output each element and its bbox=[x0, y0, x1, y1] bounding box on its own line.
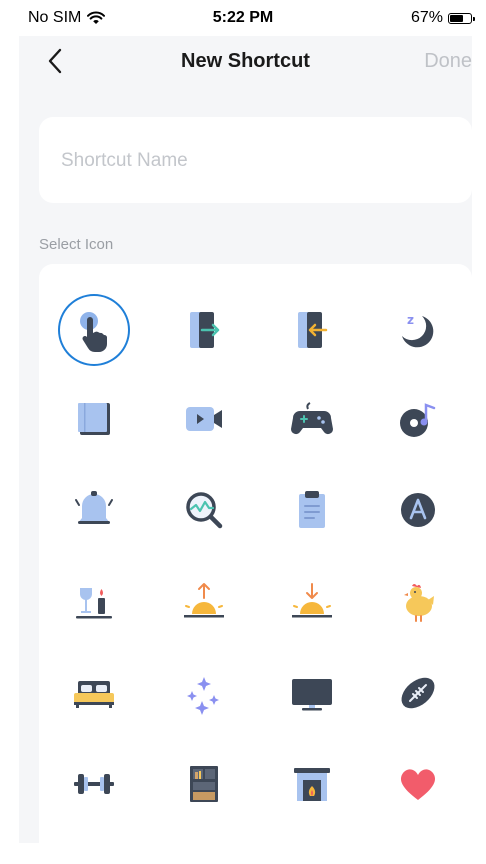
clipboard-icon-graphic bbox=[299, 491, 325, 528]
sparkles-icon[interactable] bbox=[168, 657, 240, 729]
bell-icon[interactable] bbox=[58, 474, 130, 546]
done-button[interactable]: Done bbox=[424, 50, 472, 73]
moon-sleep-icon-graphic: z bbox=[402, 313, 434, 348]
shortcut-name-input[interactable] bbox=[59, 145, 453, 177]
game-controller-icon-graphic bbox=[291, 402, 333, 434]
video-camera-icon-graphic bbox=[186, 407, 222, 431]
door-exit-icon[interactable] bbox=[168, 294, 240, 366]
door-exit-icon-graphic bbox=[190, 312, 220, 348]
nav-bar: New Shortcut Done bbox=[19, 36, 472, 82]
sunset-icon[interactable] bbox=[276, 566, 348, 638]
chicken-icon-graphic bbox=[404, 584, 434, 622]
shortcut-name-card bbox=[39, 117, 472, 203]
new-shortcut-screen: New Shortcut Done Select Icon bbox=[19, 36, 472, 864]
battery-icon bbox=[448, 12, 475, 24]
fireplace-icon[interactable] bbox=[276, 748, 348, 820]
chicken-icon[interactable] bbox=[382, 566, 454, 638]
bell-icon-graphic bbox=[75, 491, 113, 524]
cabinet-icon[interactable] bbox=[168, 748, 240, 820]
sunrise-icon[interactable] bbox=[168, 566, 240, 638]
tap-hand-icon[interactable] bbox=[58, 294, 130, 366]
football-icon[interactable] bbox=[382, 657, 454, 729]
football-icon-graphic bbox=[401, 677, 435, 709]
clipboard-icon[interactable] bbox=[276, 474, 348, 546]
letter-a-icon-graphic bbox=[401, 493, 435, 527]
battery-percent: 67% bbox=[410, 9, 443, 26]
status-right: 67% bbox=[410, 9, 475, 27]
dumbbell-icon[interactable] bbox=[58, 748, 130, 820]
bed-icon-graphic bbox=[74, 681, 114, 708]
door-enter-icon-graphic bbox=[298, 312, 328, 348]
candle-wine-icon[interactable] bbox=[58, 566, 130, 638]
video-camera-icon[interactable] bbox=[168, 383, 240, 455]
status-bar: No SIM 5:22 PM 67% bbox=[0, 0, 486, 36]
tap-hand-icon-graphic bbox=[80, 312, 107, 353]
fireplace-icon-graphic bbox=[294, 768, 330, 801]
music-record-icon-graphic bbox=[400, 403, 436, 437]
music-record-icon[interactable] bbox=[382, 383, 454, 455]
sunrise-icon-graphic bbox=[184, 583, 224, 618]
cabinet-icon-graphic bbox=[190, 766, 218, 802]
book-icon-graphic bbox=[78, 403, 110, 435]
letter-a-icon[interactable] bbox=[382, 474, 454, 546]
door-enter-icon[interactable] bbox=[276, 294, 348, 366]
dumbbell-icon-graphic bbox=[74, 774, 114, 794]
search-analytics-icon[interactable] bbox=[168, 474, 240, 546]
bed-icon[interactable] bbox=[58, 657, 130, 729]
search-analytics-icon-graphic bbox=[186, 492, 223, 529]
heart-icon-graphic bbox=[400, 769, 436, 800]
icon-grid: z bbox=[39, 264, 472, 864]
tv-icon[interactable] bbox=[276, 657, 348, 729]
sunset-icon-graphic bbox=[292, 583, 332, 618]
book-icon[interactable] bbox=[58, 383, 130, 455]
page-title: New Shortcut bbox=[181, 50, 310, 72]
game-controller-icon[interactable] bbox=[276, 383, 348, 455]
sparkles-icon-graphic bbox=[187, 677, 219, 715]
select-icon-label: Select Icon bbox=[39, 236, 114, 253]
heart-icon[interactable] bbox=[382, 748, 454, 820]
svg-text:z: z bbox=[407, 313, 414, 327]
tv-icon-graphic bbox=[292, 679, 332, 711]
candle-wine-icon-graphic bbox=[76, 588, 112, 619]
moon-sleep-icon[interactable]: z bbox=[382, 294, 454, 366]
